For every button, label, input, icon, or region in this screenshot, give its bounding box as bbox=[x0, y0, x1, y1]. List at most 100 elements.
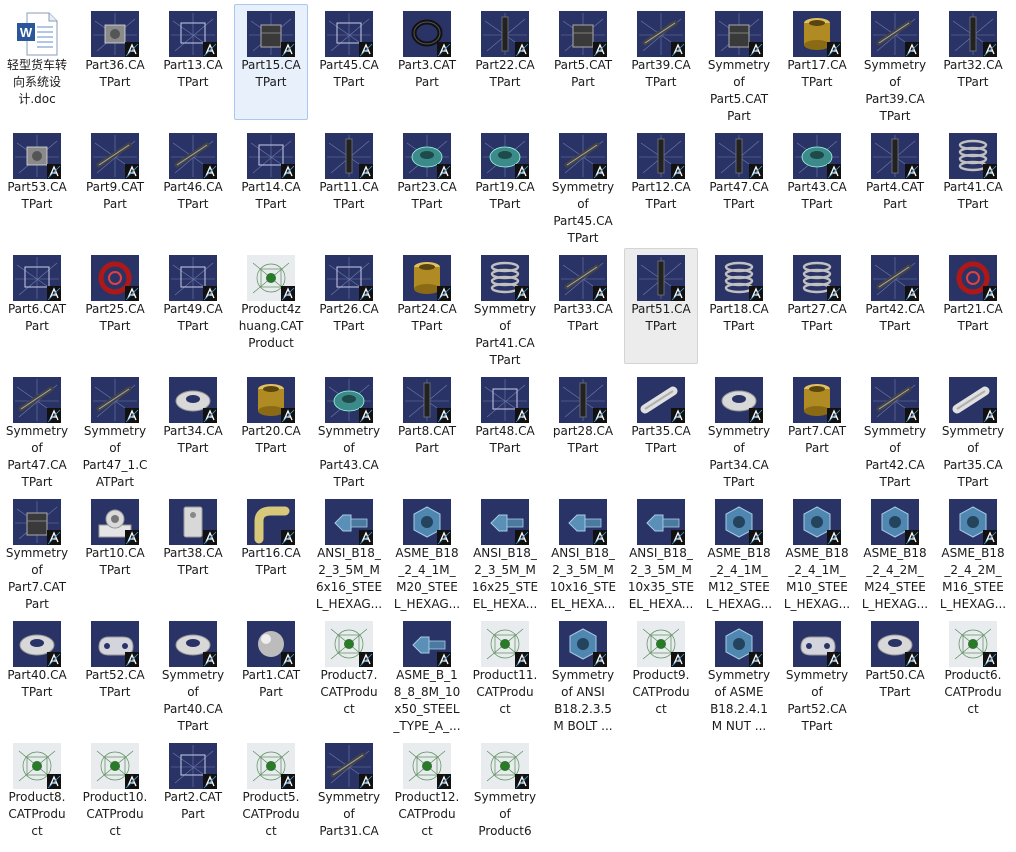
file-item[interactable]: ANSI_B18_ 2_3_5M_M 10x16_STE EL_HEXA... bbox=[546, 492, 620, 611]
file-item[interactable]: Symmetry of Part47.CA TPart bbox=[0, 370, 74, 489]
file-item[interactable]: Product4z huang.CAT Product bbox=[234, 248, 308, 364]
file-item[interactable]: Symmetry of Part34.CA TPart bbox=[702, 370, 776, 489]
catpart-icon bbox=[403, 133, 451, 179]
file-item[interactable]: Symmetry of Part47_1.C ATPart bbox=[78, 370, 152, 489]
file-item[interactable]: Part19.CA TPart bbox=[468, 126, 542, 242]
file-item[interactable]: Symmetry of Part39.CA TPart bbox=[858, 4, 932, 123]
file-name-label: Product8. CATProdu ct bbox=[8, 790, 66, 838]
file-item[interactable]: Part8.CAT Part bbox=[390, 370, 464, 486]
file-item[interactable]: Part46.CA TPart bbox=[156, 126, 230, 242]
file-item[interactable]: Part7.CAT Part bbox=[780, 370, 854, 486]
file-item[interactable]: Product10. CATProdu ct bbox=[78, 736, 152, 852]
file-item[interactable]: Product12. CATProdu ct bbox=[390, 736, 464, 852]
file-item[interactable]: Part20.CA TPart bbox=[234, 370, 308, 486]
file-item[interactable]: Part9.CAT Part bbox=[78, 126, 152, 242]
file-item[interactable]: Product8. CATProdu ct bbox=[0, 736, 74, 852]
file-item[interactable]: Part11.CA TPart bbox=[312, 126, 386, 242]
file-item[interactable]: Part50.CA TPart bbox=[858, 614, 932, 730]
file-item[interactable]: Part23.CA TPart bbox=[390, 126, 464, 242]
file-item[interactable]: Part27.CA TPart bbox=[780, 248, 854, 364]
file-item[interactable]: ANSI_B18_ 2_3_5M_M 10x35_STE EL_HEXA... bbox=[624, 492, 698, 611]
file-item[interactable]: Symmetry of ANSI B18.2.3.5 M BOLT ... bbox=[546, 614, 620, 733]
file-item[interactable]: ASME_B18 _2_4_1M_ M10_STEE L_HEXAG... bbox=[780, 492, 854, 611]
file-item[interactable]: Part4.CAT Part bbox=[858, 126, 932, 242]
file-item[interactable]: ASME_B18 _2_4_1M_ M20_STEE L_HEXAG... bbox=[390, 492, 464, 611]
file-item[interactable]: Symmetry of Part42.CA TPart bbox=[858, 370, 932, 489]
file-item[interactable]: ANSI_B18_ 2_3_5M_M 6x16_STEE L_HEXAG... bbox=[312, 492, 386, 611]
file-item[interactable]: Part14.CA TPart bbox=[234, 126, 308, 242]
catpart-icon bbox=[793, 499, 841, 545]
file-item[interactable]: Part3.CAT Part bbox=[390, 4, 464, 120]
file-item[interactable]: Part21.CA TPart bbox=[936, 248, 1010, 364]
file-item[interactable]: Part15.CA TPart bbox=[234, 4, 308, 120]
file-item[interactable]: Symmetry of Part41.CA TPart bbox=[468, 248, 542, 367]
file-item[interactable]: Part36.CA TPart bbox=[78, 4, 152, 120]
file-item[interactable]: Part1.CAT Part bbox=[234, 614, 308, 730]
file-name-label: ASME_B18 _2_4_1M_ M20_STEE L_HEXAG... bbox=[393, 546, 461, 611]
catpart-icon bbox=[715, 133, 763, 179]
file-item[interactable]: Part5.CAT Part bbox=[546, 4, 620, 120]
file-item[interactable]: ASME_B18 _2_4_2M_ M24_STEE L_HEXAG... bbox=[858, 492, 932, 611]
file-item[interactable]: Symmetry of ASME B18.2.4.1 M NUT ... bbox=[702, 614, 776, 733]
file-item[interactable]: ANSI_B18_ 2_3_5M_M 16x25_STE EL_HEXA... bbox=[468, 492, 542, 611]
file-name-label: Part34.CA TPart bbox=[163, 424, 223, 455]
catpart-icon bbox=[325, 499, 373, 545]
catproduct-icon bbox=[481, 621, 529, 667]
file-item[interactable]: Product5. CATProdu ct bbox=[234, 736, 308, 852]
file-item[interactable]: Part10.CA TPart bbox=[78, 492, 152, 608]
file-item[interactable]: Part22.CA TPart bbox=[468, 4, 542, 120]
catpart-icon bbox=[13, 499, 61, 545]
file-item[interactable]: Symmetry of Part40.CA TPart bbox=[156, 614, 230, 733]
file-item[interactable]: Symmetry of Part45.CA TPart bbox=[546, 126, 620, 245]
file-item[interactable]: W 轻型货车转 向系统设 计.doc bbox=[0, 4, 74, 120]
file-item[interactable]: Part26.CA TPart bbox=[312, 248, 386, 364]
file-item[interactable]: Symmetry of Part43.CA TPart bbox=[312, 370, 386, 489]
file-item[interactable]: Part18.CA TPart bbox=[702, 248, 776, 364]
file-item[interactable]: ASME_B_1 8_8_8M_10 x50_STEEL _TYPE_A_... bbox=[390, 614, 464, 733]
file-item[interactable]: Product9. CATProdu ct bbox=[624, 614, 698, 730]
file-item[interactable]: Part40.CA TPart bbox=[0, 614, 74, 730]
file-item[interactable]: Symmetry of Product6 bbox=[468, 736, 542, 852]
file-item[interactable]: Part39.CA TPart bbox=[624, 4, 698, 120]
file-item[interactable]: Product11. CATProdu ct bbox=[468, 614, 542, 730]
file-item[interactable]: Part48.CA TPart bbox=[468, 370, 542, 486]
file-item[interactable]: Part51.CA TPart bbox=[624, 248, 698, 364]
file-item[interactable]: Part47.CA TPart bbox=[702, 126, 776, 242]
file-item[interactable]: Product7. CATProdu ct bbox=[312, 614, 386, 730]
file-item[interactable]: Part43.CA TPart bbox=[780, 126, 854, 242]
file-item[interactable]: Symmetry of Part35.CA TPart bbox=[936, 370, 1010, 489]
file-item[interactable]: Product6. CATProdu ct bbox=[936, 614, 1010, 730]
file-item[interactable]: Part35.CA TPart bbox=[624, 370, 698, 486]
catpart-icon bbox=[949, 499, 997, 545]
file-item[interactable]: Part12.CA TPart bbox=[624, 126, 698, 242]
file-item[interactable]: Part45.CA TPart bbox=[312, 4, 386, 120]
file-item[interactable]: ASME_B18 _2_4_1M_ M12_STEE L_HEXAG... bbox=[702, 492, 776, 611]
file-item[interactable]: Part52.CA TPart bbox=[78, 614, 152, 730]
file-item[interactable]: Part17.CA TPart bbox=[780, 4, 854, 120]
file-item[interactable]: Part41.CA TPart bbox=[936, 126, 1010, 242]
file-item[interactable]: Part53.CA TPart bbox=[0, 126, 74, 242]
file-item[interactable]: Part16.CA TPart bbox=[234, 492, 308, 608]
file-item[interactable]: Symmetry of Part31.CA bbox=[312, 736, 386, 852]
file-item[interactable]: Part42.CA TPart bbox=[858, 248, 932, 364]
file-item[interactable]: ASME_B18 _2_4_2M_ M16_STEE L_HEXAG... bbox=[936, 492, 1010, 611]
file-item[interactable]: Part24.CA TPart bbox=[390, 248, 464, 364]
file-name-label: Part22.CA TPart bbox=[475, 58, 535, 89]
file-item[interactable]: Symmetry of Part52.CA TPart bbox=[780, 614, 854, 733]
file-item[interactable]: Part13.CA TPart bbox=[156, 4, 230, 120]
file-item[interactable]: Part6.CAT Part bbox=[0, 248, 74, 364]
file-item[interactable]: Part49.CA TPart bbox=[156, 248, 230, 364]
file-item[interactable]: part28.CA TPart bbox=[546, 370, 620, 486]
file-item[interactable]: Part38.CA TPart bbox=[156, 492, 230, 608]
catpart-icon bbox=[871, 621, 919, 667]
file-item[interactable]: Symmetry of Part5.CAT Part bbox=[702, 4, 776, 123]
catpart-icon bbox=[325, 11, 373, 57]
file-item[interactable]: Part25.CA TPart bbox=[78, 248, 152, 364]
file-name-label: ANSI_B18_ 2_3_5M_M 16x25_STE EL_HEXA... bbox=[471, 546, 539, 611]
file-item[interactable]: Part34.CA TPart bbox=[156, 370, 230, 486]
file-item[interactable]: Part2.CAT Part bbox=[156, 736, 230, 852]
file-item[interactable]: Part32.CA TPart bbox=[936, 4, 1010, 120]
file-name-label: Part4.CAT Part bbox=[865, 180, 925, 211]
file-item[interactable]: Symmetry of Part7.CAT Part bbox=[0, 492, 74, 611]
file-item[interactable]: Part33.CA TPart bbox=[546, 248, 620, 364]
